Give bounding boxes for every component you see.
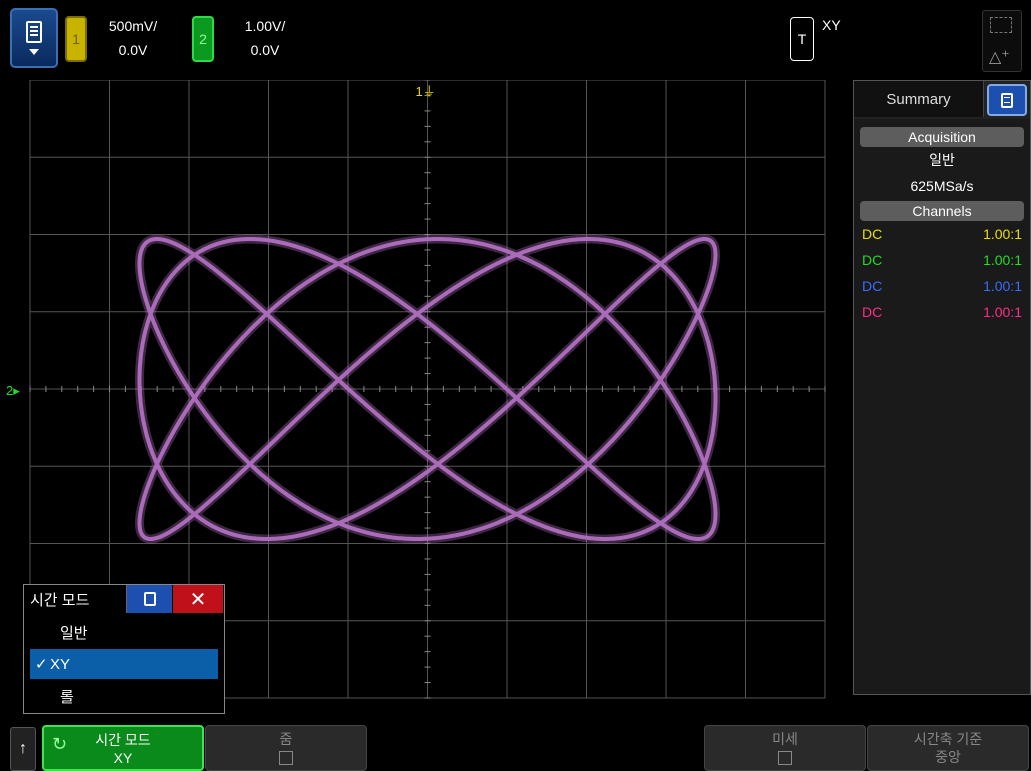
- channel-list: DC 1.00:1 DC 1.00:1 DC 1.00:1 DC 1.00:1: [854, 221, 1030, 325]
- zoom-checkbox[interactable]: [279, 751, 293, 766]
- option-label: XY: [50, 655, 71, 673]
- measure-icon[interactable]: △⁺: [989, 47, 1010, 67]
- channel2-scale: 1.00V/: [244, 18, 286, 34]
- channel-coupling: DC: [862, 278, 883, 294]
- channel-probe-ratio: 1.00:1: [983, 304, 1022, 320]
- acquisition-mode: 일반: [929, 152, 955, 168]
- rotate-knob-icon: ↻: [52, 734, 68, 754]
- channel-coupling: DC: [862, 226, 883, 242]
- channel-coupling: DC: [862, 304, 883, 320]
- zoom-softkey[interactable]: 줌: [205, 725, 367, 771]
- channel2-offset: 0.0V: [250, 42, 280, 58]
- channel-probe-ratio: 1.00:1: [983, 278, 1022, 294]
- document-icon: [1001, 92, 1013, 108]
- popup-header: 시간 모드 ✕: [24, 585, 224, 613]
- channel1-scale: 500mV/: [108, 18, 158, 34]
- document-icon: [143, 592, 156, 606]
- back-button[interactable]: ↑: [10, 727, 36, 771]
- time-mode-options: 일반 ✓ XY 롤: [24, 617, 224, 713]
- time-mode-softkey-value: XY: [113, 750, 133, 766]
- channel-coupling: DC: [862, 252, 883, 268]
- acquisition-header: Acquisition: [860, 127, 1024, 147]
- channel2-ground-marker: 2▸: [6, 383, 20, 398]
- zoom-softkey-title: 줌: [279, 731, 293, 747]
- time-mode-option[interactable]: ✓ XY: [30, 649, 218, 679]
- document-icon: [26, 21, 42, 43]
- channel-probe-ratio: 1.00:1: [983, 226, 1022, 242]
- time-mode-softkey[interactable]: ↻ 시간 모드 XY: [42, 725, 204, 771]
- channel1-ground-marker: 1⏚: [416, 84, 436, 99]
- popup-menu-button[interactable]: [127, 585, 173, 613]
- channel2-tag[interactable]: 2: [192, 16, 214, 62]
- time-mode-popup: 시간 모드 ✕ 일반 ✓ XY 롤: [23, 584, 225, 714]
- time-reference-softkey[interactable]: 시간축 기준 중앙: [867, 725, 1029, 771]
- sample-rate: 625MSa/s: [910, 178, 974, 194]
- caret-down-icon: [29, 49, 39, 55]
- close-icon: ✕: [189, 588, 207, 611]
- channel-row: DC 1.00:1: [854, 299, 1030, 325]
- tab-summary[interactable]: Summary: [854, 81, 984, 117]
- channel1-tag[interactable]: 1: [65, 16, 87, 62]
- sidebar-menu-button[interactable]: [987, 84, 1027, 116]
- softkey-bar: ↑ ↻ 시간 모드 XY 줌 미세 시간축 기준 중앙: [0, 716, 1031, 771]
- summary-panel: Acquisition 일반 625MSa/s Channels DC 1.00:…: [854, 119, 1030, 694]
- fine-softkey-title: 미세: [772, 731, 798, 747]
- checkmark-icon: ✓: [35, 656, 48, 673]
- cursor-tools[interactable]: △⁺: [982, 10, 1022, 72]
- channel-row: DC 1.00:1: [854, 247, 1030, 273]
- option-label: 일반: [60, 624, 88, 642]
- time-reference-softkey-title: 시간축 기준: [913, 731, 983, 747]
- channel2-settings[interactable]: 1.00V/ 0.0V: [240, 14, 290, 62]
- trigger-tag[interactable]: T: [790, 17, 814, 61]
- arrow-up-icon: ↑: [19, 740, 27, 757]
- selection-box-icon[interactable]: [990, 17, 1012, 33]
- popup-title: 시간 모드: [24, 585, 127, 613]
- option-label: 롤: [60, 688, 74, 706]
- fine-checkbox[interactable]: [778, 751, 792, 766]
- channels-header: Channels: [860, 201, 1024, 221]
- channel-probe-ratio: 1.00:1: [983, 252, 1022, 268]
- channel-row: DC 1.00:1: [854, 273, 1030, 299]
- time-mode-option[interactable]: 일반: [30, 617, 218, 647]
- channel1-settings[interactable]: 500mV/ 0.0V: [108, 14, 158, 62]
- trigger-mode: XY: [822, 17, 841, 33]
- channel1-offset: 0.0V: [118, 42, 148, 58]
- close-button[interactable]: ✕: [173, 585, 223, 613]
- time-reference-softkey-value: 중앙: [935, 749, 961, 765]
- top-bar: 1 500mV/ 0.0V 2 1.00V/ 0.0V T XY △⁺: [0, 0, 1031, 76]
- time-mode-option[interactable]: 롤: [30, 681, 218, 711]
- channel-row: DC 1.00:1: [854, 221, 1030, 247]
- fine-softkey[interactable]: 미세: [704, 725, 866, 771]
- main-menu-button[interactable]: [10, 8, 58, 68]
- time-mode-softkey-title: 시간 모드: [95, 732, 151, 748]
- summary-sidebar: Summary Acquisition 일반 625MSa/s Channels…: [853, 80, 1031, 695]
